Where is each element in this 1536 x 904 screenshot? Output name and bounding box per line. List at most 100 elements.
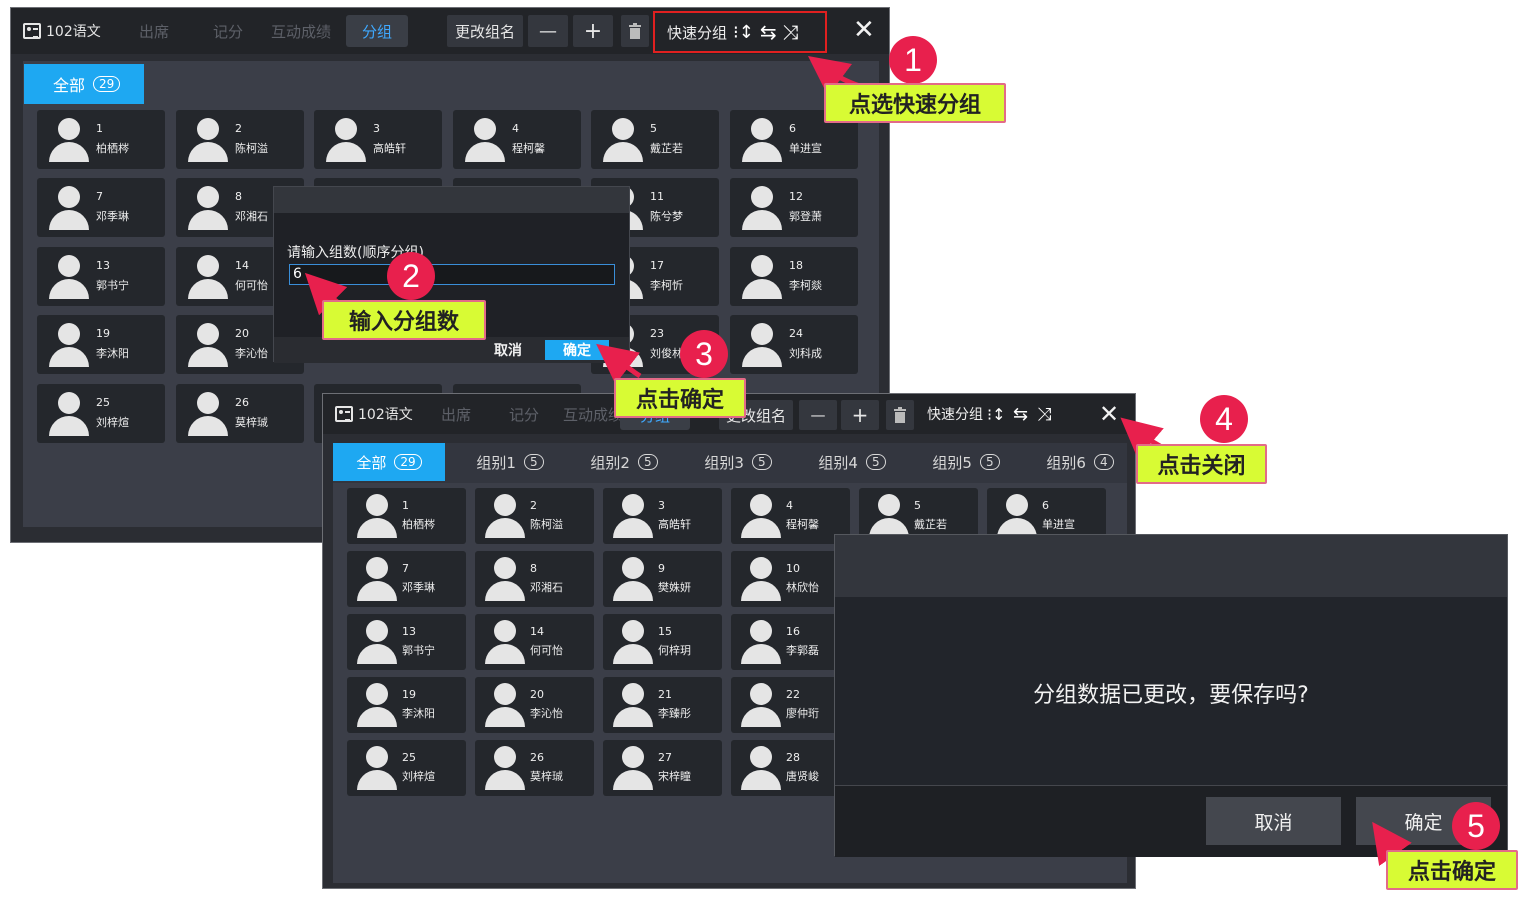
student-card[interactable]: 14 何可怡 [475,614,594,670]
student-number: 7 [96,190,103,203]
student-card[interactable]: 22 廖仲珩 [731,677,850,733]
tab-group-4[interactable]: 组别4 5 [797,443,907,481]
avatar-icon [47,392,91,436]
student-card[interactable]: 26 莫梓珹 [475,740,594,796]
student-number: 14 [235,259,249,272]
student-card[interactable]: 21 李臻彤 [603,677,722,733]
tab-grouping[interactable]: 分组 [346,15,408,47]
dialog-confirm-button[interactable]: 确定 [545,340,609,360]
avatar-icon [483,746,527,790]
student-card[interactable]: 25 刘梓煊 [347,740,466,796]
student-number: 6 [789,122,796,135]
tab-group-3[interactable]: 组别3 5 [683,443,793,481]
student-number: 18 [789,259,803,272]
student-number: 20 [235,327,249,340]
quick-group-button[interactable]: 快速分组 [667,22,727,43]
tab-label: 组别2 [590,453,630,472]
student-name: 高皓轩 [658,518,691,531]
student-card[interactable]: 19 李沐阳 [347,677,466,733]
tab-attendance[interactable]: 出席 [139,21,169,42]
quick-group-button[interactable]: 快速分组 [927,404,983,424]
avatar-icon [355,557,399,601]
student-number: 9 [658,562,665,575]
tab-group-6[interactable]: 组别6 4 [1025,443,1135,481]
student-number: 4 [512,122,519,135]
save-cancel-button[interactable]: 取消 [1206,797,1341,845]
tab-all-students[interactable]: 全部 29 [333,443,445,481]
student-card[interactable]: 5 戴芷若 [591,110,719,169]
student-number: 3 [373,122,380,135]
student-card[interactable]: 7 邓季琳 [347,551,466,607]
delete-group-button[interactable] [886,400,914,430]
tab-group-5[interactable]: 组别5 5 [911,443,1021,481]
sort-sequential-icon[interactable]: ⁝↕ [733,22,754,43]
avatar-icon [355,620,399,664]
student-card[interactable]: 24 刘科成 [730,315,858,374]
student-card[interactable]: 25 刘梓煊 [37,384,165,443]
student-card[interactable]: 8 邓湘石 [475,551,594,607]
tab-score[interactable]: 记分 [509,404,539,425]
student-number: 24 [789,327,803,340]
student-card[interactable]: 16 李郭磊 [731,614,850,670]
student-card[interactable]: 4 程柯馨 [453,110,581,169]
remove-group-button[interactable]: — [528,15,568,47]
student-number: 15 [658,625,672,638]
shuffle-alternate-icon[interactable]: ⇆ [1013,404,1028,425]
student-card[interactable]: 28 唐贤峻 [731,740,850,796]
student-name: 刘俊林 [650,347,683,360]
rename-group-button[interactable]: 更改组名 [447,15,523,47]
sort-sequential-icon[interactable]: ⁝↕ [987,405,1006,424]
avatar-icon [739,683,783,727]
student-card[interactable]: 4 程柯馨 [731,488,850,544]
student-card[interactable]: 26 莫梓珹 [176,384,304,443]
student-card[interactable]: 12 郭登萧 [730,178,858,237]
dialog-cancel-button[interactable]: 取消 [476,340,540,360]
student-card[interactable]: 27 宋梓瞳 [603,740,722,796]
shuffle-random-icon[interactable]: ⤨ [783,20,799,44]
add-group-button[interactable]: + [573,15,613,47]
close-icon[interactable]: ✕ [853,15,875,45]
student-card[interactable]: 3 高皓轩 [314,110,442,169]
student-card[interactable]: 2 陈柯溢 [475,488,594,544]
student-name: 廖仲珩 [786,707,819,720]
student-number: 10 [786,562,800,575]
student-number: 7 [402,562,409,575]
add-group-button[interactable]: + [841,400,879,430]
avatar-icon [740,186,784,230]
student-card[interactable]: 7 邓季琳 [37,178,165,237]
student-name: 莫梓珹 [235,416,268,429]
tab-all-students[interactable]: 全部 29 [24,64,144,104]
count-badge: 4 [1093,454,1114,470]
tab-attendance[interactable]: 出席 [441,404,471,425]
tab-interactive-results[interactable]: 互动成绩 [271,21,331,42]
avatar-icon [355,494,399,538]
student-card[interactable]: 10 林欣怡 [731,551,850,607]
delete-group-button[interactable] [621,15,649,47]
shuffle-random-icon[interactable]: ⤨ [1037,404,1051,425]
group-count-input[interactable]: 6 [289,264,615,285]
student-card[interactable]: 13 郭书宁 [347,614,466,670]
remove-group-button[interactable]: — [799,400,837,430]
student-card[interactable]: 3 高皓轩 [603,488,722,544]
quick-group-frame[interactable]: 快速分组 ⁝↕ ⇆ ⤨ [653,11,827,53]
student-card[interactable]: 15 何梓玥 [603,614,722,670]
student-card[interactable]: 1 柏栖梣 [347,488,466,544]
student-card[interactable]: 9 樊姝妍 [603,551,722,607]
student-name: 李沐阳 [402,707,435,720]
student-card[interactable]: 19 李沐阳 [37,315,165,374]
student-card[interactable]: 13 郭书宁 [37,247,165,306]
shuffle-alternate-icon[interactable]: ⇆ [760,20,777,44]
tab-group-2[interactable]: 组别2 5 [569,443,679,481]
student-card[interactable]: 2 陈柯溢 [176,110,304,169]
close-icon[interactable]: ✕ [1099,400,1119,428]
student-name: 何梓玥 [658,644,691,657]
step-5-marker: 5 [1452,802,1500,850]
student-name: 林欣怡 [786,581,819,594]
tab-group-1[interactable]: 组别1 5 [455,443,565,481]
student-card[interactable]: 18 李柯燚 [730,247,858,306]
student-card[interactable]: 20 李沁怡 [475,677,594,733]
student-name: 李郭磊 [786,644,819,657]
student-number: 8 [235,190,242,203]
tab-score[interactable]: 记分 [213,21,243,42]
student-card[interactable]: 1 柏栖梣 [37,110,165,169]
